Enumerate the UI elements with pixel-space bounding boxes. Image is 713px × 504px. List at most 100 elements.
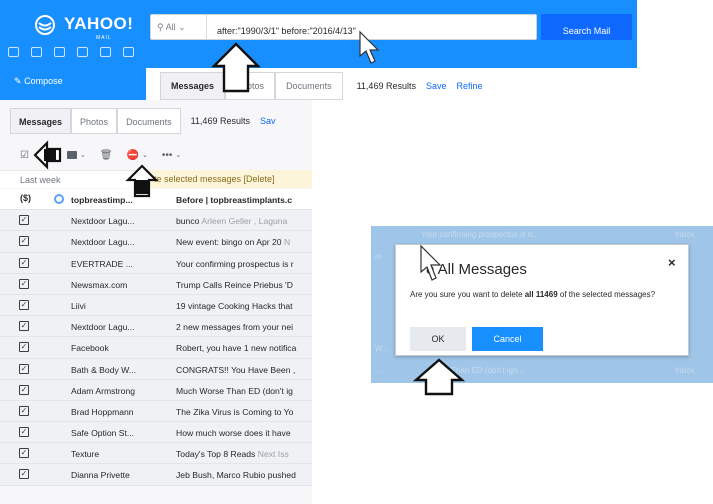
compose-button[interactable]: ✎ Compose: [0, 68, 146, 98]
row-checkbox[interactable]: ✓: [19, 448, 29, 459]
confirm-dialog-panel: Your confirming prospectus is n... Inbox…: [371, 226, 713, 383]
dialog-title: e All Messages: [426, 261, 527, 278]
backdrop-folder: Inbox: [675, 230, 695, 239]
select-all-checkbox[interactable]: ☑: [20, 150, 29, 161]
row-subject: 2 new messages from your nei: [176, 322, 312, 332]
message-toolbar: ☑ ⌄ 🗑 ⛔ ⌄ ••• ⌄: [0, 142, 312, 168]
row-checkbox[interactable]: ✓: [19, 342, 29, 353]
tab-photos[interactable]: Photos: [225, 72, 276, 100]
delete-confirm-dialog: e All Messages × Are you sure you want t…: [395, 244, 689, 356]
chevron-down-icon: ⌄: [79, 152, 86, 159]
row-checkbox[interactable]: ✓: [19, 257, 29, 268]
table-row[interactable]: ✓ Bath & Body W... CONGRATS!! You Have Bee…: [0, 358, 312, 380]
yahoo-mail-logo[interactable]: YAHOO! MAIL: [34, 12, 152, 42]
table-row[interactable]: ✓ Adam Armstrong Much Worse Than ED (don't…: [0, 379, 312, 401]
row-subject-text: 19 vintage Cooking Hacks that: [176, 300, 293, 311]
app-icon-bar: [8, 47, 134, 61]
row-checkbox[interactable]: ✓: [19, 427, 29, 438]
row-subject-text: The Zika Virus is Coming to Yo: [176, 406, 294, 417]
result-tabs-list: Messages Photos Documents 11,469 Results…: [10, 108, 312, 134]
row-subject-text: bunco: [176, 216, 200, 227]
row-subject: New event: bingo on Apr 20 N: [176, 237, 312, 247]
row-sender: Safe Option St...: [71, 428, 135, 439]
newsfeed-icon[interactable]: [123, 47, 134, 57]
row-subject: Jeb Bush, Marco Rubio pushed: [176, 470, 312, 480]
table-row[interactable]: ✓ Nextdoor Lagu... bunco Arleen Geller , L…: [0, 210, 312, 232]
search-mail-button[interactable]: Search Mail: [541, 14, 632, 40]
row-subject-text: Much Worse Than ED (don't ig: [176, 385, 293, 396]
row-subject: CONGRATS!! You Have Been ,: [176, 365, 312, 375]
row-checkbox[interactable]: ✓: [19, 278, 29, 289]
table-row[interactable]: ✓ Nextdoor Lagu... 2 new messages from you…: [0, 316, 312, 338]
shield-icon: ⛔: [126, 149, 139, 161]
save-search-link[interactable]: Sav: [260, 116, 276, 126]
move-button[interactable]: ⌄: [66, 151, 86, 159]
row-sender: Nextdoor Lagu...: [71, 237, 135, 248]
tab-photos[interactable]: Photos: [71, 108, 118, 134]
more-button[interactable]: ••• ⌄: [162, 150, 181, 161]
chevron-down-icon: ⌄: [175, 152, 182, 159]
row-checkbox[interactable]: ✓: [19, 405, 29, 416]
table-row[interactable]: ✓ Newsmax.com Trump Calls Reince Priebus '…: [0, 273, 312, 295]
delete-button[interactable]: 🗑: [100, 150, 113, 161]
table-row[interactable]: ✓ Nextdoor Lagu... New event: bingo on Apr…: [0, 231, 312, 253]
folder-icon: [66, 151, 77, 159]
table-row[interactable]: ✓ Texture Today's Top 8 Reads Next Iss: [0, 443, 312, 465]
ok-button[interactable]: OK: [410, 327, 466, 351]
refine-link[interactable]: Refine: [456, 81, 482, 91]
backdrop-sender: ...: [375, 366, 382, 375]
row-checkbox[interactable]: ✓: [19, 384, 29, 395]
cancel-button[interactable]: Cancel: [472, 327, 543, 351]
row-checkbox[interactable]: ✓: [19, 363, 29, 374]
row-sender: topbreastimp...: [71, 195, 133, 205]
message-count: all 11469: [524, 290, 558, 299]
close-icon[interactable]: ×: [668, 255, 676, 270]
mail-icon[interactable]: [8, 47, 19, 57]
spam-button[interactable]: ⛔ ⌄: [127, 150, 148, 161]
dollar-badge-icon: ($): [20, 193, 31, 203]
tab-documents[interactable]: Documents: [275, 72, 343, 100]
archive-button[interactable]: [42, 151, 53, 159]
tab-messages[interactable]: Messages: [10, 108, 72, 134]
pencil-icon: ✎: [14, 76, 22, 86]
delete-banner[interactable]: te selected messages [Delete]: [146, 170, 312, 188]
logo-glyph-icon: [35, 15, 55, 35]
table-row[interactable]: ✓ Safe Option St... How much worse does it…: [0, 422, 312, 444]
notepad-icon[interactable]: [77, 47, 88, 57]
row-checkbox[interactable]: ✓: [19, 215, 29, 226]
row-checkbox[interactable]: ✓: [19, 236, 29, 247]
row-subject-text: Your confirming prospectus is r: [176, 258, 294, 269]
tab-messages[interactable]: Messages: [160, 72, 226, 100]
chevron-down-icon: ⌄: [178, 22, 186, 32]
table-row[interactable]: ($) topbreastimp... Before | topbreastimpl…: [0, 189, 312, 211]
table-row[interactable]: ✓ Facebook Robert, you have 1 new notifica: [0, 337, 312, 359]
results-count: 11,469 Results: [190, 116, 250, 126]
row-checkbox[interactable]: ✓: [19, 299, 29, 310]
row-checkbox[interactable]: ✓: [19, 321, 29, 332]
dialog-message: Are you sure you want to delete all 1146…: [410, 290, 682, 300]
archive-icon: [42, 151, 53, 159]
row-sender: Nextdoor Lagu...: [71, 216, 135, 227]
table-row[interactable]: ✓ EVERTRADE ... Your confirming prospectus…: [0, 252, 312, 274]
table-row[interactable]: ✓ Dianna Privette Jeb Bush, Marco Rubio pu…: [0, 464, 312, 486]
table-row[interactable]: ✓ Liivi 19 vintage Cooking Hacks that: [0, 294, 312, 317]
calendar-icon[interactable]: [54, 47, 65, 57]
row-subject-text: 2 new messages from your nei: [176, 322, 294, 333]
row-sender: Dianna Privette: [71, 470, 130, 481]
backdrop-folder: Inbox: [675, 366, 695, 375]
save-search-link[interactable]: Save: [426, 81, 447, 91]
contacts-icon[interactable]: [31, 47, 42, 57]
message-text-end: of the selected messages?: [557, 290, 656, 299]
row-checkbox[interactable]: ✓: [19, 469, 29, 480]
results-count: 11,469 Results: [356, 81, 416, 91]
row-preview: N: [283, 237, 291, 248]
search-input[interactable]: [213, 15, 533, 39]
table-row[interactable]: ✓ Brad Hoppmann The Zika Virus is Coming t…: [0, 400, 312, 423]
backdrop-sender: W...: [375, 344, 389, 353]
row-sender: EVERTRADE ...: [71, 258, 133, 269]
tab-documents[interactable]: Documents: [117, 108, 181, 134]
messenger-icon[interactable]: [100, 47, 111, 57]
row-subject-text: How much worse does it have: [176, 428, 291, 439]
search-scope-select[interactable]: ⚲ All ⌄: [151, 15, 207, 39]
row-subject-text: CONGRATS!! You Have Been ,: [176, 364, 296, 375]
